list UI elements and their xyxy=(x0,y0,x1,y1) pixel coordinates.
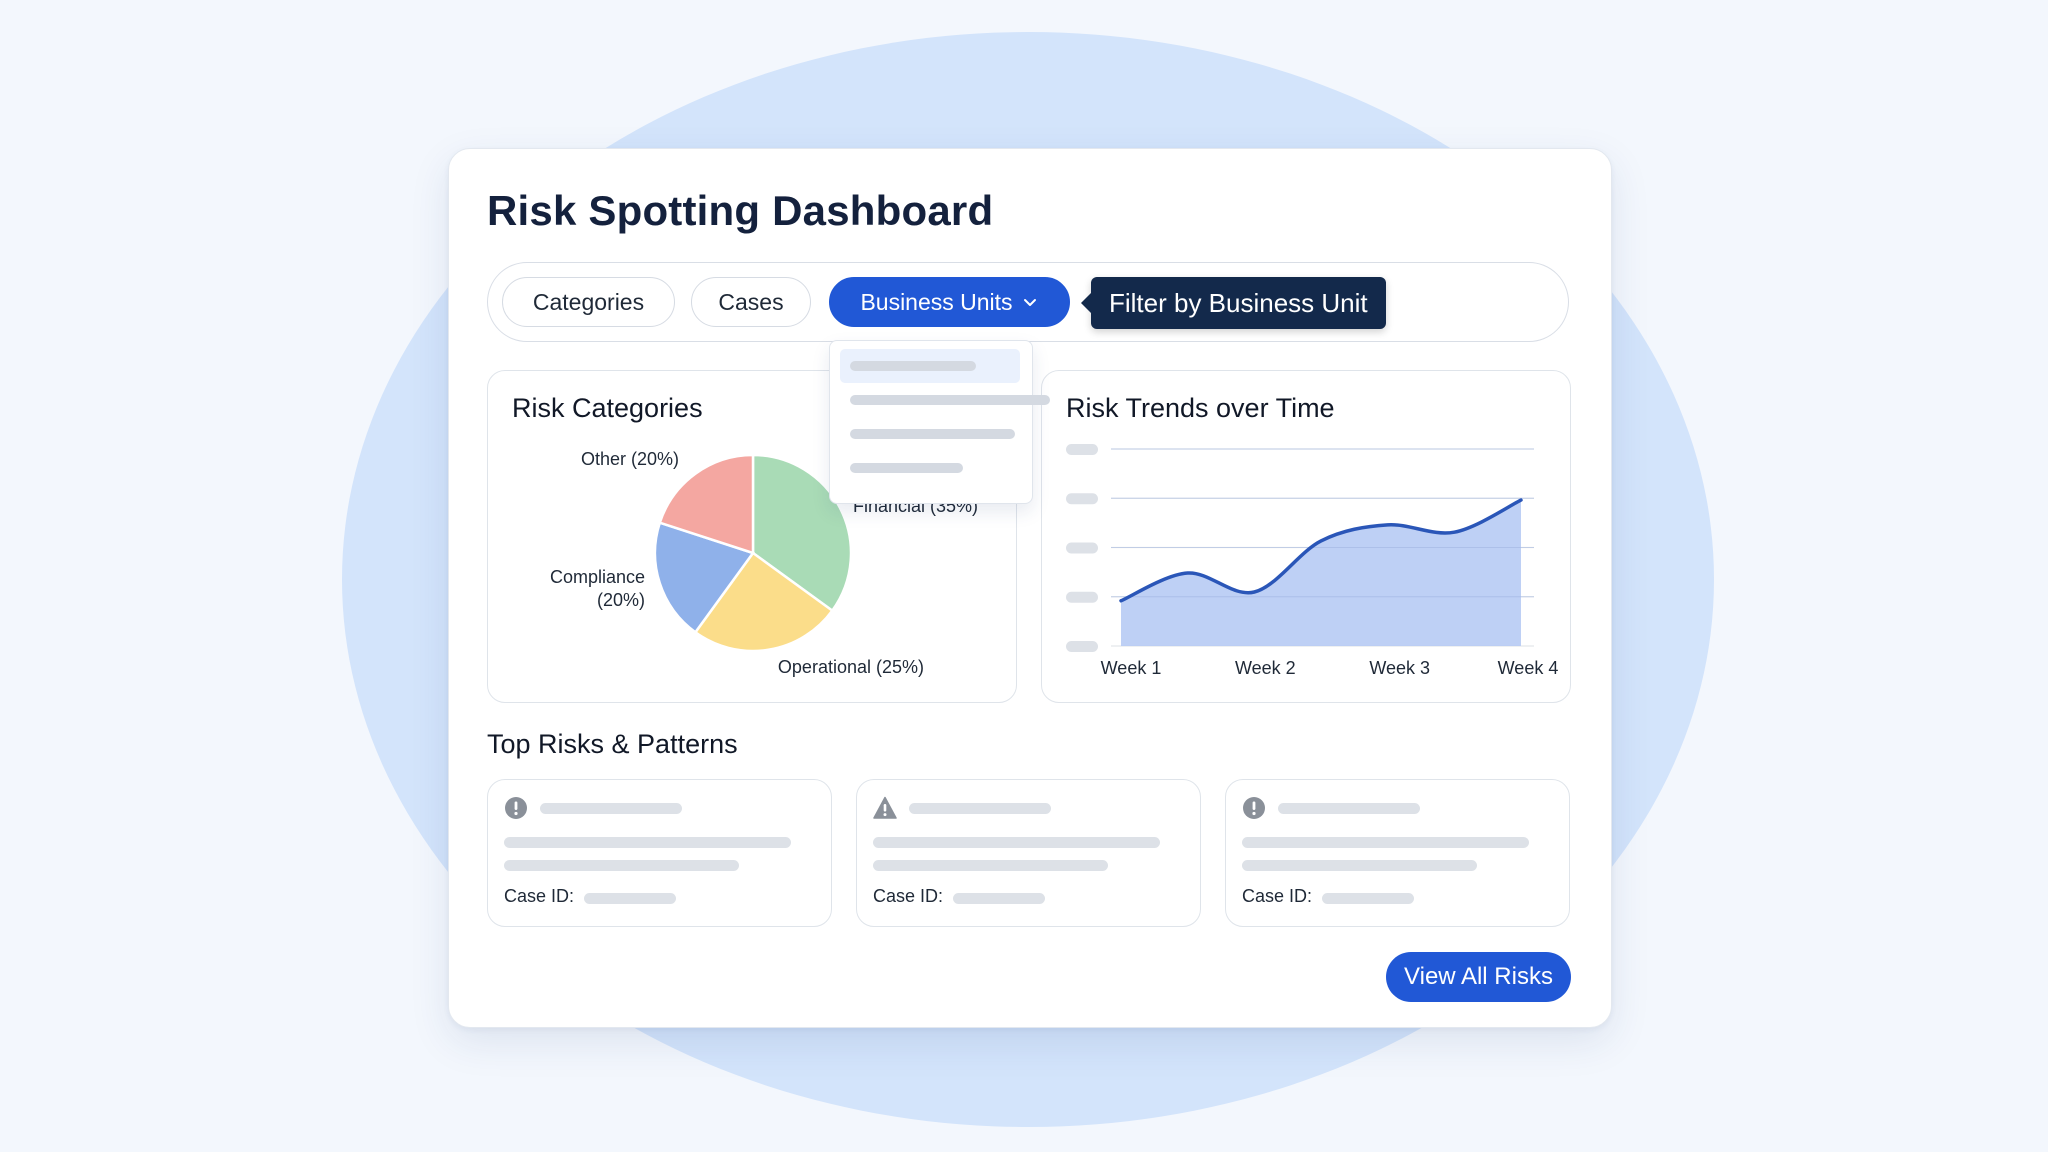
case-id-placeholder xyxy=(1322,893,1414,904)
exclamation-circle-icon xyxy=(1242,796,1266,820)
case-id-placeholder xyxy=(953,893,1045,904)
filter-chip-categories[interactable]: Categories xyxy=(502,277,675,327)
risk-card[interactable]: Case ID: xyxy=(487,779,832,927)
dropdown-option[interactable] xyxy=(840,417,1020,451)
risk-description-placeholder xyxy=(504,837,791,848)
x-axis-label: Week 4 xyxy=(1498,658,1559,678)
chevron-down-icon xyxy=(1021,293,1039,311)
top-risks-title: Top Risks & Patterns xyxy=(487,729,738,759)
x-axis-label: Week 3 xyxy=(1369,658,1430,678)
dropdown-option-placeholder xyxy=(850,429,1015,439)
risk-title-placeholder xyxy=(909,803,1051,814)
filter-tooltip: Filter by Business Unit xyxy=(1081,277,1386,329)
exclamation-circle-icon xyxy=(504,796,528,820)
x-axis-label: Week 1 xyxy=(1101,658,1162,678)
y-tick-placeholder xyxy=(1066,493,1098,505)
dashboard-card: Risk Spotting Dashboard Categories Cases… xyxy=(448,148,1612,1028)
filter-chip-label: Business Units xyxy=(860,288,1013,315)
risk-card[interactable]: Case ID: xyxy=(856,779,1201,927)
risk-description-placeholder xyxy=(873,860,1108,871)
case-id-label: Case ID: xyxy=(504,886,575,906)
y-tick-placeholder xyxy=(1066,641,1098,652)
view-all-risks-button[interactable]: View All Risks xyxy=(1386,952,1571,1002)
x-axis-label: Week 2 xyxy=(1235,658,1296,678)
filter-chip-cases[interactable]: Cases xyxy=(691,277,811,327)
risk-trends-panel: Risk Trends over Time Week 1 Week 2 Week 3… xyxy=(1041,370,1571,703)
risk-title-placeholder xyxy=(540,803,682,814)
risk-description-placeholder xyxy=(504,860,739,871)
filter-bar: Categories Cases Business Units Filter b… xyxy=(487,262,1569,342)
dropdown-option[interactable] xyxy=(840,383,1050,417)
dropdown-option-placeholder xyxy=(850,395,1050,405)
page-title: Risk Spotting Dashboard xyxy=(487,187,994,234)
y-tick-placeholder xyxy=(1066,542,1098,554)
y-tick-placeholder xyxy=(1066,591,1098,603)
y-tick-placeholder xyxy=(1066,444,1098,455)
dropdown-option-placeholder xyxy=(850,463,963,473)
case-id-placeholder xyxy=(584,893,676,904)
business-units-dropdown xyxy=(829,340,1050,504)
risk-card[interactable]: Case ID: xyxy=(1225,779,1570,927)
risk-description-placeholder xyxy=(1242,837,1529,848)
dropdown-option[interactable] xyxy=(840,451,1020,485)
risk-description-placeholder xyxy=(873,837,1160,848)
dropdown-option[interactable] xyxy=(840,349,1020,383)
filter-chip-business-units[interactable]: Business Units xyxy=(829,277,1070,327)
risk-title-placeholder xyxy=(1278,803,1420,814)
stage: Risk Spotting Dashboard Categories Cases… xyxy=(0,0,2048,1152)
case-id-label: Case ID: xyxy=(1242,886,1313,906)
risk-description-placeholder xyxy=(1242,860,1477,871)
pie-label-other: Other (20%) xyxy=(581,449,679,469)
case-id-label: Case ID: xyxy=(873,886,944,906)
pie-label-operational: Operational (25%) xyxy=(778,657,924,677)
risk-trends-area-chart: Week 1 Week 2 Week 3 Week 4 xyxy=(1066,444,1559,678)
dropdown-option-placeholder xyxy=(850,361,976,371)
warning-triangle-icon xyxy=(873,796,897,820)
pie-label-compliance: Compliance (20%) xyxy=(550,567,645,610)
